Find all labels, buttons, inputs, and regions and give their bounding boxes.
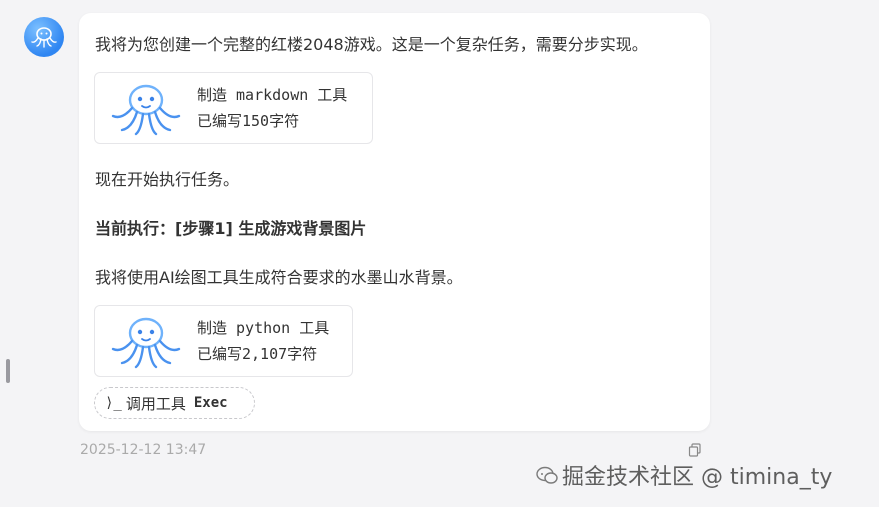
- assistant-avatar: [24, 17, 64, 57]
- message-timestamp: 2025-12-12 13:47: [80, 442, 207, 458]
- tool-card-title: 制造 markdown 工具: [197, 86, 348, 104]
- copy-icon[interactable]: [688, 443, 702, 457]
- scrollbar-handle[interactable]: [6, 359, 10, 383]
- assistant-message-bubble: 我将为您创建一个完整的红楼2048游戏。这是一个复杂任务，需要分步实现。 制造 …: [79, 13, 710, 431]
- tool-card-subtitle: 已编写2,107字符: [197, 345, 318, 363]
- octopus-icon: [111, 317, 181, 369]
- invoke-tool-name: Exec: [193, 395, 228, 411]
- intro-text: 我将为您创建一个完整的红楼2048游戏。这是一个复杂任务，需要分步实现。: [95, 35, 648, 54]
- chat-bubble-icon: [536, 466, 558, 484]
- start-text: 现在开始执行任务。: [95, 170, 240, 189]
- terminal-icon: ⟩_: [105, 395, 122, 411]
- invoke-tool-label: 调用工具: [125, 394, 186, 413]
- watermark-text: 掘金技术社区 @ timina_ty: [562, 465, 833, 490]
- watermark: 掘金技术社区 @ timina_ty: [536, 459, 832, 491]
- invoke-tool-button[interactable]: ⟩_ 调用工具 Exec: [94, 387, 255, 419]
- tool-card-subtitle: 已编写150字符: [197, 112, 300, 130]
- octopus-icon: [31, 27, 57, 48]
- tool-card-title: 制造 python 工具: [197, 319, 330, 337]
- step-heading: 当前执行：[步骤1] 生成游戏背景图片: [95, 219, 367, 238]
- step-description: 我将使用AI绘图工具生成符合要求的水墨山水背景。: [95, 268, 463, 287]
- octopus-icon: [111, 84, 181, 136]
- tool-card-markdown[interactable]: 制造 markdown 工具 已编写150字符: [94, 72, 373, 144]
- tool-card-python[interactable]: 制造 python 工具 已编写2,107字符: [94, 305, 353, 377]
